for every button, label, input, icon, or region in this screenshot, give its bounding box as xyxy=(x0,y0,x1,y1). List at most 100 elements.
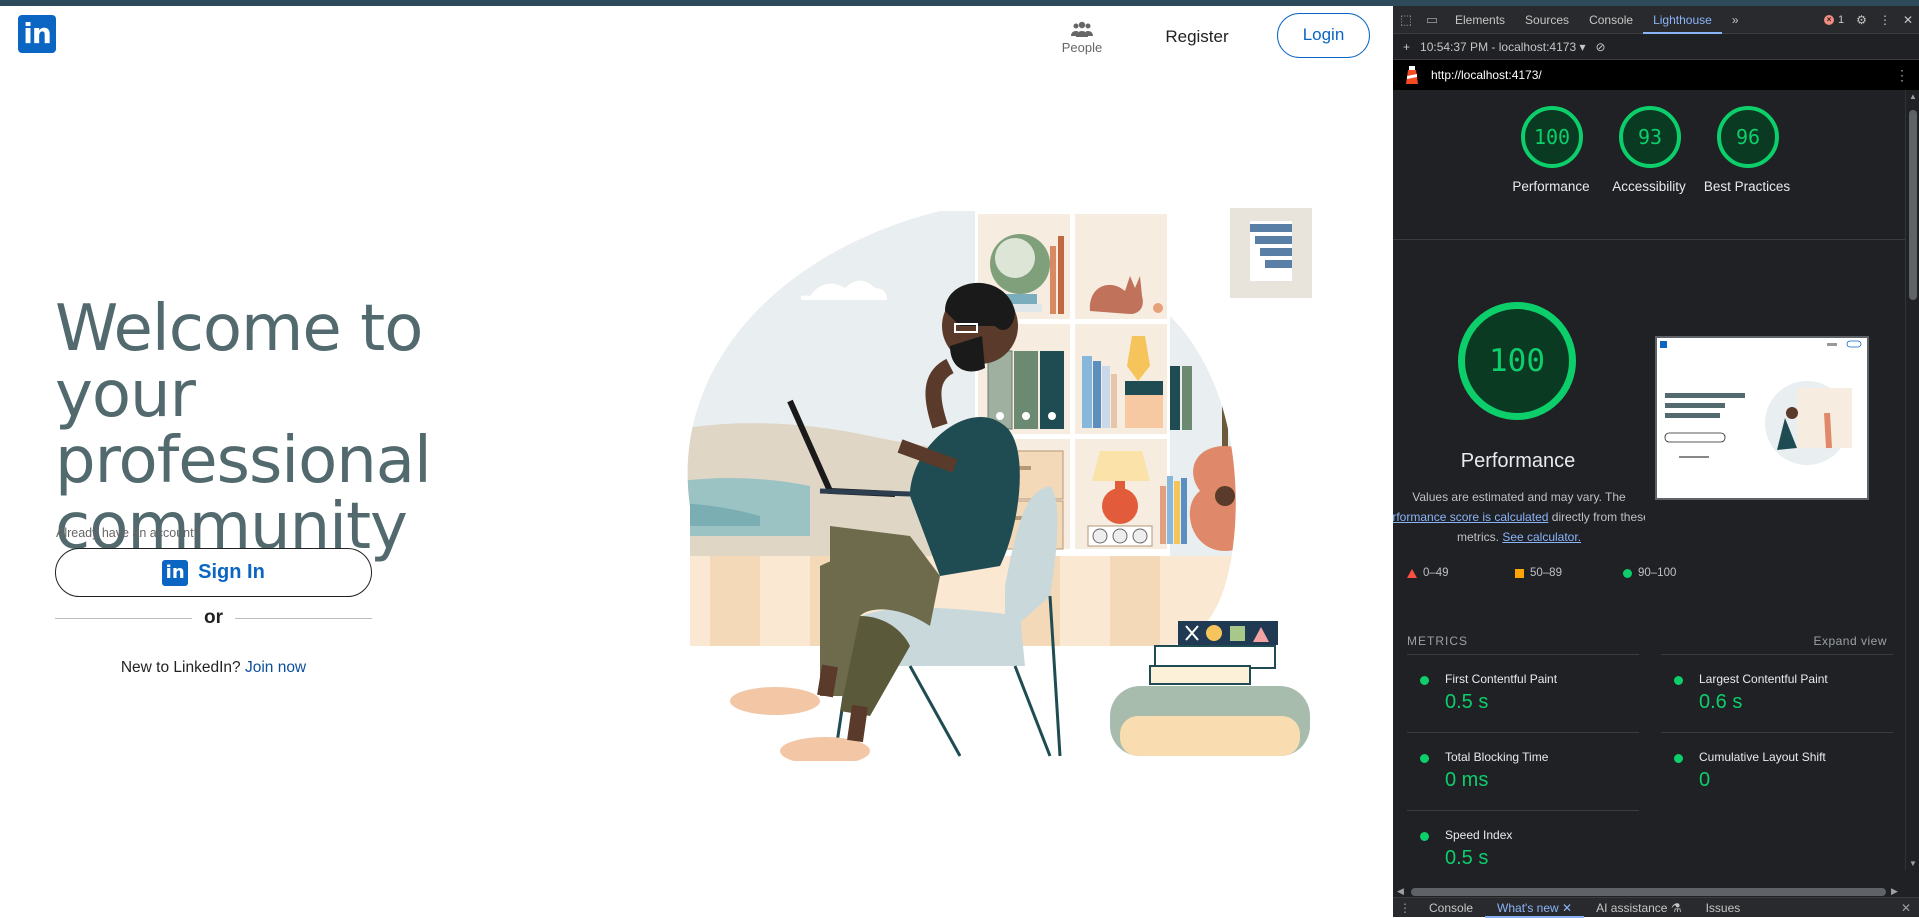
people-icon xyxy=(1071,21,1093,37)
flask-icon: ⚗ xyxy=(1670,900,1682,915)
performance-title: Performance xyxy=(1460,450,1576,472)
score-gauges: 100 Performance 93 Accessibility 96 Best… xyxy=(1393,90,1905,240)
error-icon: × xyxy=(1824,15,1835,25)
close-devtools-icon[interactable]: ✕ xyxy=(1903,13,1913,27)
score-calculated-link[interactable]: performance score is calculated xyxy=(1393,510,1548,524)
thumbnail-image xyxy=(1657,338,1867,498)
gauge-performance[interactable]: 100 Performance xyxy=(1512,106,1590,239)
metric-value: 0.5 s xyxy=(1445,691,1489,713)
pass-circle-icon xyxy=(1623,568,1632,578)
metric-name: Speed Index xyxy=(1445,828,1513,842)
kebab-menu-icon[interactable]: ⋮ xyxy=(1879,13,1891,27)
ai-assistance-label: AI assistance xyxy=(1596,900,1668,915)
desc-line-1: Values are estimated and may vary. The xyxy=(1412,490,1626,504)
metric-name: First Contentful Paint xyxy=(1445,672,1558,686)
lighthouse-toolbar: + 10:54:37 PM - localhost:4173 ▾ ⊘ xyxy=(1393,34,1919,60)
drawer-tab-whats-new[interactable]: What's new ✕ xyxy=(1485,898,1585,918)
devtools-drawer: ⋮ Console What's new ✕ AI assistance ⚗ I… xyxy=(1393,897,1919,918)
metric-value: 0 ms xyxy=(1445,769,1489,791)
nav-people[interactable]: People xyxy=(1054,16,1110,55)
pass-circle-icon xyxy=(1674,676,1683,685)
legend-pass: 90–100 xyxy=(1638,567,1677,579)
drawer-tab-ai-assistance[interactable]: AI assistance ⚗ xyxy=(1584,898,1693,918)
performance-score-gauge: 100 xyxy=(1458,302,1576,420)
lighthouse-report: 100 Performance 93 Accessibility 96 Best… xyxy=(1393,90,1905,885)
drawer-tab-console[interactable]: Console xyxy=(1417,898,1485,918)
register-link[interactable]: Register xyxy=(1155,27,1239,47)
pass-circle-icon xyxy=(1674,754,1683,763)
gauge-value: 93 xyxy=(1619,106,1681,168)
performance-section: 100 Performance Values are estimated and… xyxy=(1393,240,1905,610)
hero-illustration xyxy=(687,208,1312,761)
gauge-accessibility[interactable]: 93 Accessibility xyxy=(1612,106,1686,239)
devtools-panel: ⬚ ▭ Elements Sources Console Lighthouse … xyxy=(1393,6,1919,918)
login-button[interactable]: Login xyxy=(1277,13,1370,58)
new-report-icon[interactable]: + xyxy=(1403,40,1410,54)
metric-si: Speed Index 0.5 s xyxy=(1407,810,1639,885)
linkedin-icon: in xyxy=(162,559,189,586)
gauge-best-practices[interactable]: 96 Best Practices xyxy=(1704,106,1790,239)
or-divider: or xyxy=(55,606,372,630)
report-url[interactable]: http://localhost:4173/ xyxy=(1431,68,1542,82)
expand-view-toggle[interactable]: Expand view xyxy=(1813,634,1887,648)
legend-fail: 0–49 xyxy=(1423,567,1449,579)
scrollbar-thumb[interactable] xyxy=(1909,110,1917,300)
settings-gear-icon[interactable]: ⚙ xyxy=(1856,13,1867,27)
metrics-grid: First Contentful Paint 0.5 s Largest Cont… xyxy=(1393,654,1905,885)
hscroll-thumb[interactable] xyxy=(1411,888,1886,896)
inspect-element-icon[interactable]: ⬚ xyxy=(1393,6,1419,34)
error-badge[interactable]: × 1 xyxy=(1824,14,1844,26)
metric-fcp: First Contentful Paint 0.5 s xyxy=(1407,654,1639,732)
lighthouse-logo-icon xyxy=(1406,66,1418,84)
linkedin-logo[interactable]: in xyxy=(18,15,56,53)
final-screenshot-thumbnail[interactable] xyxy=(1655,336,1869,500)
drawer-menu-icon[interactable]: ⋮ xyxy=(1393,901,1417,915)
linkedin-page: in People Register Login Welcome to your… xyxy=(0,6,1393,917)
pass-circle-icon xyxy=(1420,754,1429,763)
scroll-left-icon[interactable]: ◀ xyxy=(1397,886,1404,897)
fail-triangle-icon xyxy=(1407,568,1417,578)
join-row: New to LinkedIn? Join now xyxy=(55,659,372,677)
see-calculator-link[interactable]: See calculator. xyxy=(1502,530,1581,544)
hero-title: Welcome to your professional community xyxy=(55,292,432,564)
drawer-tab-issues[interactable]: Issues xyxy=(1694,898,1753,918)
close-drawer-icon[interactable]: ✕ xyxy=(1901,901,1911,915)
scroll-down-icon[interactable]: ▼ xyxy=(1909,859,1917,868)
more-tabs-icon[interactable]: » xyxy=(1722,6,1749,34)
tab-sources[interactable]: Sources xyxy=(1515,6,1579,34)
desc-line-3: metrics. xyxy=(1456,530,1499,544)
tab-console[interactable]: Console xyxy=(1579,6,1643,34)
metrics-header: METRICS Expand view xyxy=(1393,610,1905,654)
close-tab-icon[interactable]: ✕ xyxy=(1562,901,1572,915)
join-now-link[interactable]: Join now xyxy=(245,659,306,676)
metric-value: 0.6 s xyxy=(1699,691,1743,713)
scroll-right-icon[interactable]: ▶ xyxy=(1891,886,1898,897)
metric-value: 0.5 s xyxy=(1445,847,1489,869)
metric-tbt: Total Blocking Time 0 ms xyxy=(1407,732,1639,810)
gauge-label: Performance xyxy=(1512,179,1590,194)
sign-in-button[interactable]: in Sign In xyxy=(55,548,372,597)
pass-circle-icon xyxy=(1420,676,1429,685)
whats-new-label: What's new xyxy=(1497,900,1559,915)
desc-line-2: directly from these xyxy=(1551,510,1645,524)
legend-average: 50–89 xyxy=(1530,567,1562,579)
gauge-value: 100 xyxy=(1521,106,1583,168)
tab-elements[interactable]: Elements xyxy=(1445,6,1515,34)
error-count: 1 xyxy=(1838,14,1845,26)
score-legend: 0–49 50–89 90–100 xyxy=(1407,567,1887,579)
devtools-tabbar: ⬚ ▭ Elements Sources Console Lighthouse … xyxy=(1393,6,1919,34)
scroll-up-icon[interactable]: ▲ xyxy=(1909,92,1917,101)
tab-lighthouse[interactable]: Lighthouse xyxy=(1643,6,1722,34)
vertical-scrollbar[interactable]: ▲ ▼ xyxy=(1905,90,1919,870)
report-selector[interactable]: 10:54:37 PM - localhost:4173 ▾ xyxy=(1420,40,1585,54)
clear-icon[interactable]: ⊘ xyxy=(1595,40,1605,54)
report-menu-icon[interactable]: ⋮ xyxy=(1895,67,1909,84)
gauge-value: 96 xyxy=(1717,106,1779,168)
average-square-icon xyxy=(1515,568,1524,578)
metric-name: Total Blocking Time xyxy=(1445,750,1549,764)
or-text: or xyxy=(204,607,223,628)
device-toolbar-icon[interactable]: ▭ xyxy=(1419,6,1445,34)
gauge-label: Accessibility xyxy=(1612,179,1686,194)
pass-circle-icon xyxy=(1420,832,1429,841)
metric-lcp: Largest Contentful Paint 0.6 s xyxy=(1661,654,1893,732)
